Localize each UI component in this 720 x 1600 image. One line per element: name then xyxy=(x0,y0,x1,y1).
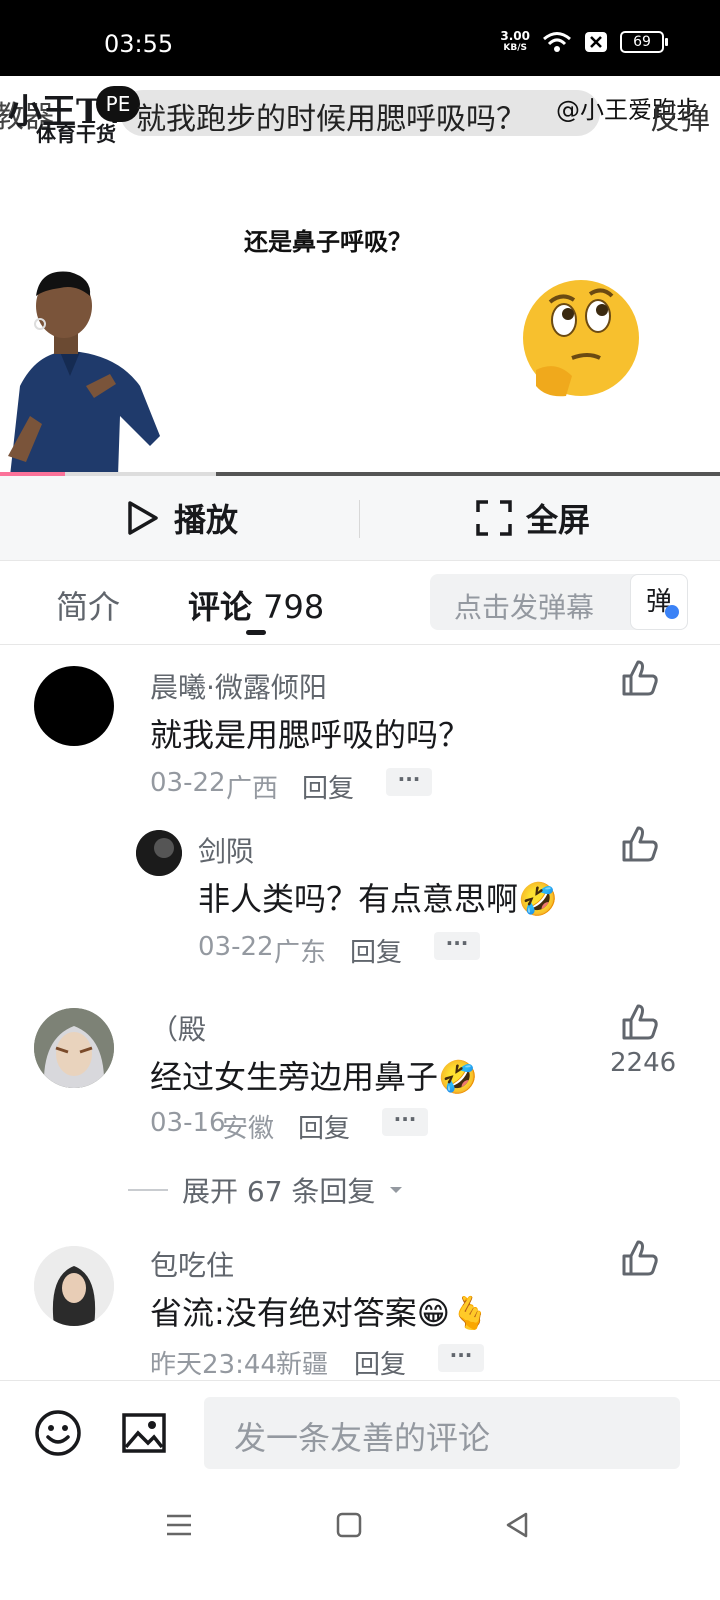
avatar[interactable] xyxy=(34,1008,114,1088)
network-speed: 3.00 KB/S xyxy=(500,30,530,54)
comment-date: 03-22 xyxy=(150,768,226,798)
reply-button[interactable]: 回复 xyxy=(354,1344,406,1381)
comment-text-body: 省流:没有绝对答案 xyxy=(150,1294,417,1332)
reply-button[interactable]: 回复 xyxy=(302,768,354,805)
comment-username[interactable]: 剑陨 xyxy=(198,830,254,870)
tab-comments-count: 798 xyxy=(263,588,325,626)
emoji: 😁🫰 xyxy=(416,1294,490,1332)
more-button[interactable]: ··· xyxy=(438,1344,484,1372)
tab-bar: 简介 评论 798 点击发弹幕 弹 xyxy=(0,560,720,645)
channel-logo: 小王TV 体育干货 PE xyxy=(0,80,150,146)
fullscreen-button[interactable]: 全屏 xyxy=(476,476,590,560)
tab-comments[interactable]: 评论 798 xyxy=(188,582,324,628)
danmaku-input[interactable]: 点击发弹幕 弹 xyxy=(430,574,688,630)
comment-compose-bar: 发一条友善的评论 xyxy=(0,1380,720,1491)
play-icon xyxy=(128,501,158,535)
like-icon[interactable] xyxy=(620,658,660,698)
like-icon[interactable] xyxy=(620,1238,660,1278)
battery-indicator: 69 xyxy=(620,31,668,53)
comment-date: 03-22 xyxy=(198,932,274,962)
comment-text: 省流:没有绝对答案😁🫰 xyxy=(150,1288,490,1334)
like-icon[interactable] xyxy=(620,1002,660,1042)
fullscreen-icon xyxy=(476,500,512,536)
video-player[interactable]: 教器 小王TV 体育干货 PE 就我跑步的时候用腮呼吸吗？ @小王爱跑步 反弹 … xyxy=(0,76,720,476)
net-speed-unit: KB/S xyxy=(503,43,527,53)
reply-button[interactable]: 回复 xyxy=(350,932,402,969)
danmaku-comment: 就我跑步的时候用腮呼吸吗？ xyxy=(136,102,526,137)
status-icons: 3.00 KB/S 69 xyxy=(500,30,668,54)
danmaku-placeholder: 点击发弹幕 xyxy=(454,591,595,624)
tab-comments-label: 评论 xyxy=(188,588,253,626)
fullscreen-label: 全屏 xyxy=(526,501,591,539)
emoji: 🤣 xyxy=(518,880,558,918)
comment-username[interactable]: （殿 xyxy=(150,1008,206,1048)
sim-blocked-icon xyxy=(585,32,607,52)
play-button[interactable]: 播放 xyxy=(126,476,238,560)
more-button[interactable]: ··· xyxy=(382,1108,428,1136)
expand-divider xyxy=(128,1189,168,1191)
chevron-down-icon xyxy=(390,1187,403,1193)
runner-illustration xyxy=(8,271,160,476)
comment-username[interactable]: 包吃住 xyxy=(150,1244,234,1284)
image-icon[interactable] xyxy=(120,1409,168,1457)
comment-location: 广东 xyxy=(274,938,327,968)
tab-intro[interactable]: 简介 xyxy=(56,582,120,628)
back-icon[interactable] xyxy=(504,1512,530,1538)
expand-replies-button[interactable]: 展开 67 条回复 xyxy=(128,1170,403,1210)
danmaku-side-text: 反弹 xyxy=(650,102,710,137)
comment-text: 非人类吗？有点意思啊🤣 xyxy=(198,874,558,920)
home-icon[interactable] xyxy=(336,1512,362,1538)
thinking-emoji xyxy=(523,280,639,397)
comment-username[interactable]: 晨曦·微露倾阳 xyxy=(150,666,327,706)
comment-placeholder: 发一条友善的评论 xyxy=(234,1419,491,1457)
logo-badge: PE xyxy=(96,86,140,122)
like-icon[interactable] xyxy=(620,824,660,864)
status-time: 03:55 xyxy=(104,30,174,58)
emoji: 🤣 xyxy=(438,1058,478,1096)
avatar[interactable] xyxy=(136,830,182,876)
comment-location: 新疆 xyxy=(276,1350,329,1380)
player-controls: 播放 全屏 xyxy=(0,476,720,561)
like-count: 2246 xyxy=(610,1048,677,1078)
avatar-image xyxy=(34,1246,114,1326)
video-caption: 还是鼻子呼吸？ xyxy=(244,228,412,256)
danmaku-toggle-button[interactable]: 弹 xyxy=(630,574,688,630)
wifi-icon xyxy=(543,32,571,52)
comment-text: 就我是用腮呼吸的吗？ xyxy=(150,716,471,754)
tab-indicator xyxy=(246,630,266,635)
avatar[interactable] xyxy=(34,1246,114,1326)
comment-text-body: 经过女生旁边用鼻子 xyxy=(150,1058,439,1096)
comment-location: 安徽 xyxy=(222,1114,275,1144)
danmaku-check-icon xyxy=(665,605,679,619)
more-button[interactable]: ··· xyxy=(434,932,480,960)
system-nav-bar xyxy=(0,1490,720,1600)
comment-location: 广西 xyxy=(226,774,279,804)
play-label: 播放 xyxy=(174,501,239,539)
comment-text: 经过女生旁边用鼻子🤣 xyxy=(150,1052,478,1098)
status-bar: 03:55 3.00 KB/S 69 xyxy=(0,0,720,76)
comment-date: 昨天23:44 xyxy=(150,1350,277,1380)
more-button[interactable]: ··· xyxy=(386,768,432,796)
reply-button[interactable]: 回复 xyxy=(298,1108,350,1145)
expand-replies-label: 展开 67 条回复 xyxy=(182,1175,376,1208)
avatar-image xyxy=(34,1008,114,1088)
avatar-image xyxy=(136,830,182,876)
net-speed-value: 3.00 xyxy=(500,29,530,43)
comment-date: 03-16 xyxy=(150,1108,226,1138)
controls-divider xyxy=(359,500,360,538)
logo-sub: 体育干货 xyxy=(36,122,116,146)
avatar[interactable] xyxy=(34,666,114,746)
emoji-icon[interactable] xyxy=(34,1409,82,1457)
comment-input[interactable]: 发一条友善的评论 xyxy=(204,1397,680,1469)
menu-icon[interactable] xyxy=(166,1512,192,1538)
comment-text-body: 非人类吗？有点意思啊 xyxy=(198,880,519,918)
